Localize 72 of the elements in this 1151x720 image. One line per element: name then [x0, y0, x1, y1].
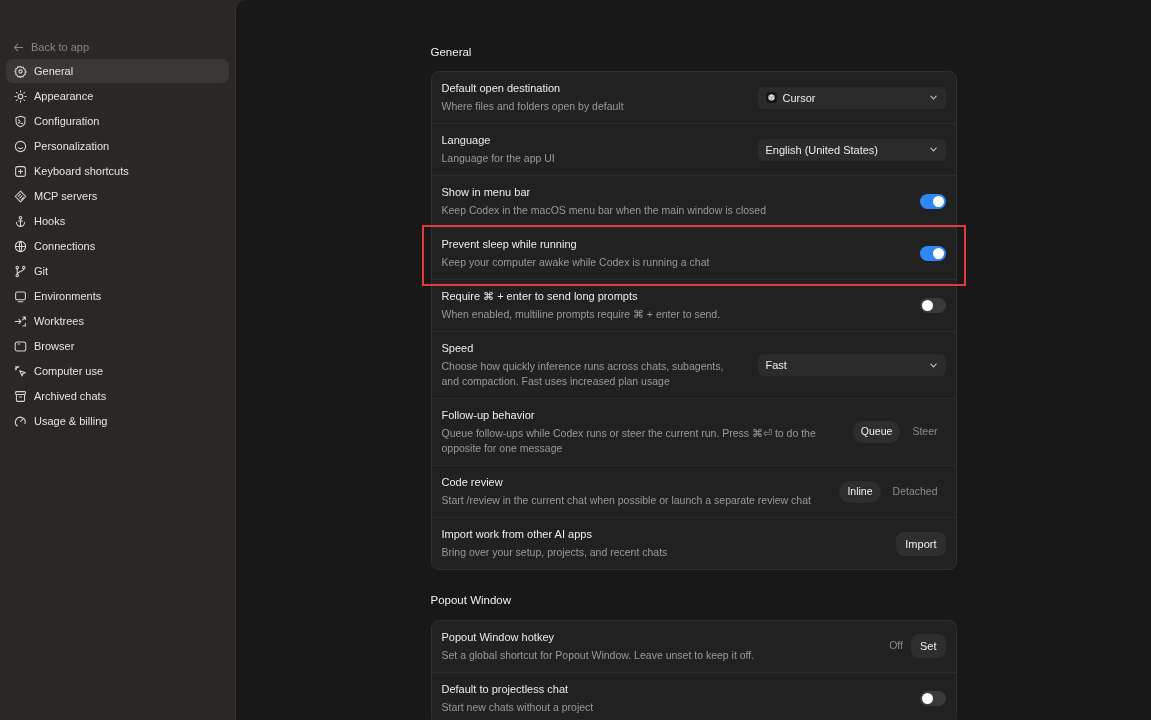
section-title: Popout Window — [430, 593, 513, 609]
arrow-icon — [14, 314, 27, 328]
sidebar-item[interactable]: Git — [6, 259, 229, 283]
hotkey-value: Off — [889, 638, 903, 654]
setting-description: Choose how quickly inference runs across chats, subagents, and compaction. Fast uses increased plan usage — [441, 359, 725, 390]
setting-description: Where files and folders open by default — [441, 99, 625, 115]
setting-description: Queue follow-ups while Codex runs or steer the current run. Press ⌘⏎ to do the opposite for one message — [441, 426, 817, 457]
setting-title: Require ⌘ + enter to send long prompts — [441, 289, 639, 305]
dropdown[interactable]: Fast — [757, 354, 946, 377]
setting-title: Show in menu bar — [441, 185, 532, 201]
setting-title: Import work from other AI apps — [441, 527, 593, 543]
sidebar-item[interactable]: Computer use — [6, 359, 229, 383]
setting-description: When enabled, multiline prompts require ⌘ + enter to send. — [441, 307, 722, 323]
section-title: General — [430, 45, 473, 60]
sidebar-item[interactable]: MCP servers — [6, 184, 229, 208]
setting-description: Bring over your setup, projects, and recent chats — [441, 545, 669, 561]
sidebar-item[interactable]: Worktrees — [6, 309, 229, 333]
chevron-down-icon — [928, 145, 938, 155]
diamond-icon — [14, 189, 27, 203]
gear-icon — [14, 64, 27, 78]
window-icon — [14, 339, 27, 353]
setting-description: Start new chats without a project — [441, 699, 595, 715]
sidebar-item[interactable]: Connections — [6, 234, 229, 258]
globe-icon — [14, 239, 27, 253]
toggle-switch[interactable] — [919, 298, 946, 314]
segment-option[interactable]: Detached — [884, 480, 946, 503]
sidebar-item[interactable]: Appearance — [6, 84, 229, 108]
setting-title: Prevent sleep while running — [441, 237, 578, 253]
sidebar-item[interactable]: Browser — [6, 334, 229, 358]
segment-option[interactable]: Queue — [852, 421, 901, 444]
segment-option[interactable]: Steer — [904, 421, 946, 444]
setting-description: Start /review in the current chat when possible or launch a separate review chat — [441, 493, 812, 509]
sun-icon — [14, 89, 27, 103]
setting-title: Default open destination — [441, 81, 562, 97]
setting-description: Language for the app UI — [441, 151, 556, 167]
sidebar-item[interactable]: Usage & billing — [6, 409, 229, 433]
back-link[interactable]: Back to app — [6, 38, 229, 56]
setting-title: Code review — [441, 475, 504, 491]
anchor-icon — [14, 214, 27, 228]
cursor-icon — [14, 364, 27, 378]
branch-icon — [14, 264, 27, 278]
archive-icon — [14, 389, 27, 403]
setting-title: Default to projectless chat — [441, 681, 570, 697]
import-button[interactable]: Import — [896, 531, 946, 556]
dropdown[interactable]: English (United States) — [757, 138, 946, 161]
smile-icon — [14, 139, 27, 153]
sidebar-item[interactable]: General — [6, 59, 229, 83]
setting-title: Language — [441, 133, 492, 149]
plus-square-icon — [14, 164, 27, 178]
set-button[interactable]: Set — [911, 633, 946, 659]
toggle-switch[interactable] — [919, 194, 946, 210]
back-arrow-icon — [13, 41, 24, 53]
sidebar-item[interactable]: Environments — [6, 284, 229, 308]
segment-option[interactable]: Inline — [839, 480, 881, 503]
setting-title: Follow-up behavior — [441, 408, 536, 424]
sidebar-item[interactable]: Configuration — [6, 109, 229, 133]
setting-title: Popout Window hotkey — [441, 629, 555, 645]
sidebar-item[interactable]: Personalization — [6, 134, 229, 158]
sidebar-item[interactable]: Keyboard shortcuts — [6, 159, 229, 183]
dropdown[interactable]: Cursor — [757, 86, 946, 109]
toggle-switch[interactable] — [919, 690, 946, 706]
sidebar-item[interactable]: Hooks — [6, 209, 229, 233]
setting-description: Keep Codex in the macOS menu bar when the main window is closed — [441, 203, 767, 219]
gauge-icon — [14, 414, 27, 428]
setting-title: Speed — [441, 341, 475, 357]
sidebar-item[interactable]: Archived chats — [6, 384, 229, 408]
laptop-icon — [14, 289, 27, 303]
setting-description: Set a global shortcut for Popout Window. Leave unset to keep it off. — [441, 647, 756, 663]
shield-icon — [14, 114, 27, 128]
toggle-switch[interactable] — [919, 246, 946, 262]
chevron-down-icon — [928, 93, 938, 103]
setting-description: Keep your computer awake while Codex is running a chat — [441, 255, 711, 271]
